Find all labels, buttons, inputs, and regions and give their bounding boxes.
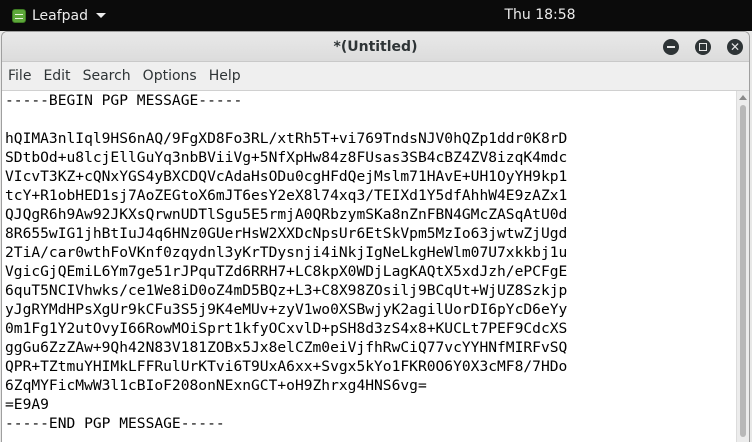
clock[interactable]: Thu 18:58 (440, 0, 640, 31)
menu-bar: File Edit Search Options Help (2, 62, 749, 90)
editor-line[interactable]: 6quT5NCIVhwks/ce1We8iD0oZ4mD5BQz+L3+C8X9… (5, 281, 738, 300)
editor-line[interactable]: ggGu6ZzZAw+9Qh42N83V181ZOBx5Jx8elCZm0eiV… (5, 338, 738, 357)
title-bar[interactable]: *(Untitled) ✕ (2, 32, 749, 62)
editor-line[interactable]: 6ZqMYFicMwW3l1cBIoF208onNExnGCT+oH9Zhrxg… (5, 376, 738, 395)
editor-line[interactable]: QPR+TZtmuYHIMkLFFRulUrKTvi6T9UxA6xx+Svgx… (5, 357, 738, 376)
chevron-down-icon (96, 13, 107, 18)
scroll-up-arrow-icon[interactable] (739, 95, 747, 100)
minimize-button[interactable] (663, 39, 679, 55)
app-menu[interactable]: Leafpad (12, 0, 107, 31)
leafpad-app-icon (12, 8, 26, 23)
editor-line[interactable] (5, 110, 738, 129)
menu-search[interactable]: Search (77, 62, 137, 90)
editor-line[interactable]: VIcvT3KZ+cQNxYGS4yBXCDQVcAdaHsODu0cgHFdQ… (5, 167, 738, 186)
editor-line[interactable]: hQIMA3nlIql9HS6nAQ/9FgXD8Fo3RL/xtRh5T+vi… (5, 129, 738, 148)
editor-line[interactable]: 8R655wIG1jhBtIuJ4q6HNz0GUerHsW2XXDcNpsUr… (5, 224, 738, 243)
maximize-button[interactable] (695, 39, 711, 55)
leafpad-window: *(Untitled) ✕ File Edit Search Options H… (1, 31, 750, 442)
editor-line[interactable]: 0m1Fg1Y2utOvyI66RowMOiSprt1kfyOCxvlD+pSH… (5, 319, 738, 338)
menu-options[interactable]: Options (137, 62, 203, 90)
minimize-icon (667, 46, 675, 48)
text-editor-area[interactable]: -----BEGIN PGP MESSAGE----- hQIMA3nlIql9H… (2, 90, 749, 442)
editor-line[interactable]: yJgRYMdHPsXgUr9kCFu3S5j9K4eMUv+zyV1wo0XS… (5, 300, 738, 319)
editor-line[interactable]: VgicGjQEmiL6Ym7ge51rJPquTZd6RRH7+LC8kpX0… (5, 262, 738, 281)
editor-line[interactable]: 2TiA/car0wthFoVKnf0zqydnl3yKrTDysnji4iNk… (5, 243, 738, 262)
editor-line[interactable]: =E9A9 (5, 395, 738, 414)
editor-line[interactable]: -----END PGP MESSAGE----- (5, 414, 738, 433)
menu-edit[interactable]: Edit (37, 62, 76, 90)
text-editor[interactable]: -----BEGIN PGP MESSAGE----- hQIMA3nlIql9H… (5, 91, 738, 442)
app-menu-label: Leafpad (32, 7, 89, 24)
editor-line[interactable]: -----BEGIN PGP MESSAGE----- (5, 91, 738, 110)
maximize-icon (699, 43, 707, 51)
vertical-scrollbar[interactable] (736, 91, 749, 442)
menu-help[interactable]: Help (203, 62, 247, 90)
editor-line[interactable]: tcY+R1obHED1sj7AoZEGtoX6mJT6esY2eX8l74xq… (5, 186, 738, 205)
window-title: *(Untitled) (333, 39, 418, 55)
top-bar: Leafpad Thu 18:58 (0, 0, 752, 31)
scrollbar-thumb[interactable] (740, 105, 746, 437)
editor-line[interactable]: QJQgR6h9Aw92JKXsQrwnUDTlSgu5E5rmjA0QRbzy… (5, 205, 738, 224)
close-button[interactable]: ✕ (727, 39, 743, 55)
menu-file[interactable]: File (2, 62, 37, 90)
editor-line[interactable]: SDtbOd+u8lcjEllGuYq3nbBViiVg+5NfXpHw84z8… (5, 148, 738, 167)
close-icon: ✕ (729, 40, 741, 54)
